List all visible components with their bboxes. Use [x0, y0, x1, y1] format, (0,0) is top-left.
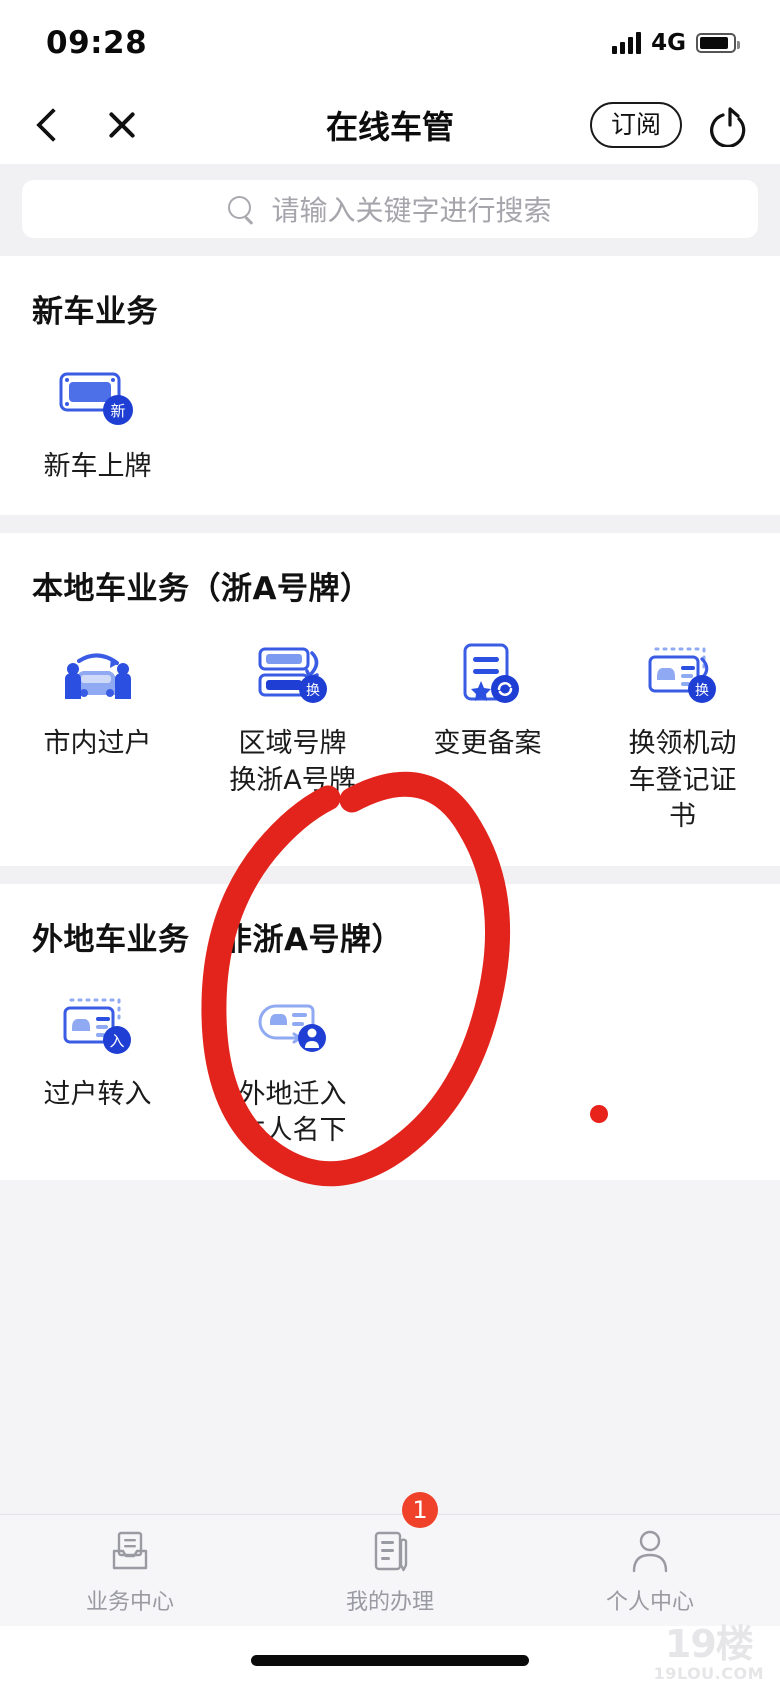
signal-bars-icon	[612, 32, 642, 54]
status-time: 09:28	[46, 25, 148, 61]
battery-icon	[696, 33, 740, 53]
grid-item-label: 市内过户	[43, 728, 152, 760]
grid-item-registration-cert-exchange[interactable]: 换 换领机动 车登记证 书	[585, 626, 780, 849]
search-input[interactable]: 请输入关键字进行搜索	[22, 180, 758, 238]
section-grid: 入 过户转入 外地迁入 本人名下	[0, 969, 780, 1164]
svg-text:换: 换	[695, 682, 709, 699]
home-indicator[interactable]	[251, 1655, 529, 1666]
grid-item-city-transfer[interactable]: 市内过户	[0, 626, 195, 849]
svg-text:新: 新	[110, 402, 125, 420]
home-indicator-area: 19楼 19LOU.COM	[0, 1625, 780, 1688]
grid-item-label: 过户转入	[43, 1078, 152, 1110]
phone-screen: 09:28 4G 在线车管 订阅 请输入关键字进行搜索 新车业务 新 新车上牌 …	[0, 0, 780, 1688]
notification-badge: 1	[402, 1491, 438, 1528]
tab-label: 个人中心	[605, 1589, 694, 1615]
car-transfer-people-icon	[52, 636, 144, 714]
search-bar-container: 请输入关键字进行搜索	[0, 164, 780, 256]
grid-item-change-record[interactable]: 变更备案	[390, 626, 585, 849]
section-local-car: 本地车业务（浙A号牌） 市内过户 换 区域号牌 换浙A号牌 变更备案 换 换领机…	[0, 533, 780, 866]
section-title: 本地车业务（浙A号牌）	[32, 571, 372, 608]
nav-right-group: 订阅	[589, 102, 752, 148]
section-title: 外地车业务（非浙A号牌）	[32, 921, 403, 958]
grid-item-label: 外地迁入 本人名下	[238, 1078, 347, 1147]
share-icon[interactable]	[708, 103, 752, 147]
watermark-line2: 19LOU.COM	[653, 1664, 764, 1683]
plate-exchange-icon: 换	[247, 636, 339, 714]
close-icon[interactable]	[102, 105, 142, 145]
search-icon	[228, 195, 255, 223]
grid-item-new-car-plate[interactable]: 新 新车上牌	[0, 349, 195, 499]
subscribe-button[interactable]: 订阅	[589, 102, 682, 148]
watermark-line1: 19楼	[664, 1622, 754, 1666]
section-grid: 新 新车上牌	[0, 341, 780, 499]
section-grid: 市内过户 换 区域号牌 换浙A号牌 变更备案 换 换领机动 车登记证 书	[0, 618, 780, 849]
grid-item-label: 区域号牌 换浙A号牌	[229, 728, 356, 796]
status-indicators: 4G	[612, 30, 740, 56]
inbox-document-icon	[105, 1526, 155, 1578]
section-nonlocal-car: 外地车业务（非浙A号牌） 入 过户转入 外地迁入 本人名下	[0, 883, 780, 1180]
tab-personal-center[interactable]: 个人中心	[520, 1526, 780, 1616]
vehicle-move-in-person-icon	[247, 987, 339, 1065]
grid-item-label: 变更备案	[433, 728, 542, 760]
document-pen-icon	[365, 1526, 415, 1578]
nav-left-group	[28, 105, 142, 145]
search-placeholder: 请输入关键字进行搜索	[271, 194, 552, 227]
nav-bar: 在线车管 订阅	[0, 86, 780, 164]
status-bar: 09:28 4G	[0, 0, 780, 86]
section-title: 新车业务	[32, 294, 158, 330]
grid-item-transfer-in[interactable]: 入 过户转入	[0, 977, 195, 1164]
section-new-car: 新车业务 新 新车上牌	[0, 256, 780, 516]
grid-item-move-in-own-name[interactable]: 外地迁入 本人名下	[195, 977, 390, 1164]
chevron-left-icon[interactable]	[28, 105, 68, 145]
watermark: 19楼 19LOU.COM	[654, 1625, 764, 1682]
svg-text:入: 入	[109, 1032, 124, 1050]
tab-my-handling[interactable]: 1 我的办理	[260, 1491, 520, 1616]
person-icon	[625, 1526, 675, 1578]
red-dot-annotation	[590, 1105, 608, 1123]
tab-label: 我的办理	[345, 1589, 434, 1615]
grid-item-label: 换领机动 车登记证 书	[628, 728, 737, 833]
tab-business-center[interactable]: 业务中心	[0, 1526, 260, 1616]
license-plate-new-icon: 新	[52, 359, 144, 437]
document-change-icon	[442, 636, 534, 714]
vehicle-transfer-in-icon: 入	[52, 987, 144, 1065]
network-type-label: 4G	[651, 30, 686, 56]
tab-label: 业务中心	[85, 1589, 174, 1615]
tab-bar: 业务中心 1 我的办理 个人中心	[0, 1491, 780, 1626]
svg-text:换: 换	[306, 682, 320, 699]
section-divider	[0, 515, 780, 534]
grid-item-regional-plate-exchange[interactable]: 换 区域号牌 换浙A号牌	[195, 626, 390, 849]
section-divider	[0, 865, 780, 884]
vehicle-registration-exchange-icon: 换	[637, 636, 729, 714]
grid-item-label: 新车上牌	[43, 451, 152, 482]
